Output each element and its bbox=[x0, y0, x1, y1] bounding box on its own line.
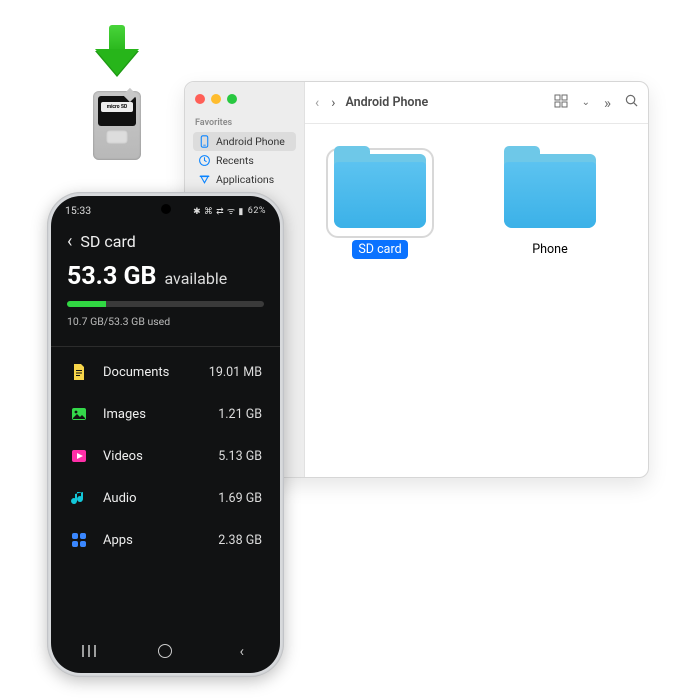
phone-frame: 15:33 ✱ ⌘ ⇄ ᯤ ▮ 62% ‹ SD card 53.3 GB av… bbox=[47, 192, 284, 677]
status-time: 15:33 bbox=[65, 204, 91, 217]
sidebar-item-recents[interactable]: Recents bbox=[193, 151, 296, 170]
camera-notch bbox=[161, 204, 171, 214]
folder-label: SD card bbox=[352, 240, 407, 259]
finder-content: SD card Phone bbox=[305, 124, 648, 477]
category-images[interactable]: Images 1.21 GB bbox=[59, 393, 272, 435]
nav-forward-button[interactable]: › bbox=[331, 95, 335, 111]
status-battery: 62% bbox=[248, 206, 266, 216]
category-label: Apps bbox=[103, 533, 218, 548]
folder-phone[interactable]: Phone bbox=[495, 154, 605, 259]
category-list: Documents 19.01 MB Images 1.21 GB Videos… bbox=[51, 347, 280, 561]
audio-icon bbox=[69, 488, 89, 508]
sim-tray: micro SD bbox=[93, 91, 141, 160]
favorites-heading: Favorites bbox=[195, 118, 294, 128]
nav-recents-button[interactable] bbox=[74, 641, 104, 661]
category-label: Images bbox=[103, 407, 218, 422]
storage-used-text: 10.7 GB/53.3 GB used bbox=[67, 315, 264, 328]
storage-bar bbox=[67, 301, 264, 307]
back-button[interactable]: ‹ bbox=[67, 231, 72, 252]
apps-icon bbox=[69, 530, 89, 550]
storage-summary: 53.3 GB available 10.7 GB/53.3 GB used bbox=[51, 256, 280, 338]
status-icons: ✱ ⌘ ⇄ ᯤ ▮ bbox=[193, 204, 244, 217]
screen-header: ‹ SD card bbox=[51, 219, 280, 256]
videos-icon bbox=[69, 446, 89, 466]
folder-label: Phone bbox=[526, 240, 573, 259]
microsd-icon: micro SD bbox=[98, 96, 136, 126]
folder-icon bbox=[502, 154, 598, 232]
sidebar-item-android-phone[interactable]: Android Phone bbox=[193, 132, 296, 151]
storage-amount: 53.3 GB bbox=[67, 262, 157, 291]
close-icon[interactable] bbox=[195, 94, 205, 104]
nav-back-button[interactable]: ‹ bbox=[227, 641, 257, 661]
storage-bar-fill bbox=[67, 301, 106, 307]
category-videos[interactable]: Videos 5.13 GB bbox=[59, 435, 272, 477]
minimize-icon[interactable] bbox=[211, 94, 221, 104]
maximize-icon[interactable] bbox=[227, 94, 237, 104]
apps-icon bbox=[198, 173, 211, 186]
phone-screen: 15:33 ✱ ⌘ ⇄ ᯤ ▮ 62% ‹ SD card 53.3 GB av… bbox=[51, 196, 280, 673]
nav-back-button[interactable]: ‹ bbox=[315, 95, 319, 111]
chevron-down-icon[interactable]: ⌄ bbox=[582, 97, 590, 108]
category-size: 2.38 GB bbox=[218, 533, 262, 548]
sidebar-item-label: Applications bbox=[216, 173, 274, 186]
category-size: 1.69 GB bbox=[218, 491, 262, 506]
category-label: Audio bbox=[103, 491, 218, 506]
documents-icon bbox=[69, 362, 89, 382]
nav-home-button[interactable] bbox=[150, 641, 180, 661]
clock-icon bbox=[198, 154, 211, 167]
search-button[interactable] bbox=[625, 94, 638, 111]
finder-title: Android Phone bbox=[345, 95, 545, 110]
storage-available-label: available bbox=[164, 269, 227, 288]
category-size: 5.13 GB bbox=[218, 449, 262, 464]
sidebar-item-label: Android Phone bbox=[216, 135, 285, 148]
download-arrow-icon bbox=[95, 25, 139, 85]
window-controls[interactable] bbox=[193, 92, 296, 114]
sidebar-item-label: Recents bbox=[216, 154, 254, 167]
category-label: Documents bbox=[103, 365, 209, 380]
category-size: 19.01 MB bbox=[209, 365, 262, 380]
sidebar-item-applications[interactable]: Applications bbox=[193, 170, 296, 189]
folder-icon bbox=[332, 154, 428, 232]
finder-toolbar: ‹ › Android Phone ⌄ » bbox=[305, 82, 648, 124]
images-icon bbox=[69, 404, 89, 424]
android-navbar: ‹ bbox=[51, 635, 280, 667]
phone-icon bbox=[198, 135, 211, 148]
share-button[interactable]: » bbox=[604, 94, 611, 112]
screen-title: SD card bbox=[80, 232, 135, 251]
sd-insert-graphic: micro SD bbox=[84, 25, 150, 160]
category-audio[interactable]: Audio 1.69 GB bbox=[59, 477, 272, 519]
category-apps[interactable]: Apps 2.38 GB bbox=[59, 519, 272, 561]
category-size: 1.21 GB bbox=[218, 407, 262, 422]
folder-sd-card[interactable]: SD card bbox=[325, 154, 435, 259]
category-label: Videos bbox=[103, 449, 218, 464]
view-grid-button[interactable] bbox=[554, 94, 568, 112]
category-documents[interactable]: Documents 19.01 MB bbox=[59, 351, 272, 393]
